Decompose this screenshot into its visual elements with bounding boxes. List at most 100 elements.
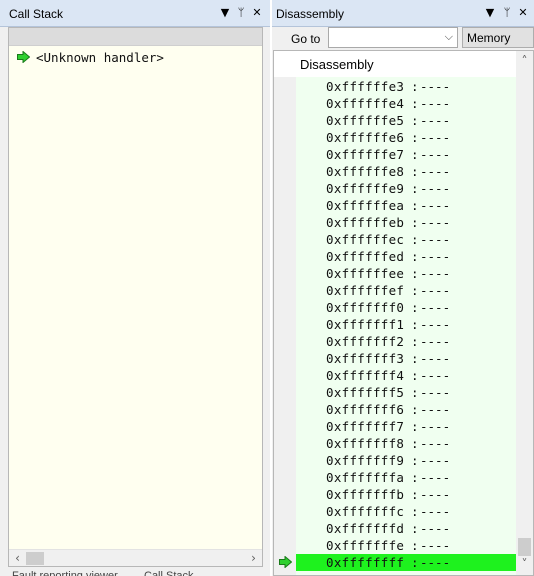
instruction-address: 0xfffffffd	[326, 521, 405, 536]
scroll-up-icon[interactable]: ˄	[516, 53, 533, 70]
close-icon[interactable]: ✕	[251, 6, 263, 20]
disassembly-line[interactable]: 0xfffffff1: ----	[274, 316, 516, 333]
scroll-down-icon[interactable]: ˅	[516, 556, 533, 573]
address-separator: :	[411, 555, 419, 570]
instruction-address: 0xfffffff7	[326, 419, 405, 434]
disassembly-line[interactable]: 0xffffffe9: ----	[274, 180, 516, 197]
instruction-address: 0xfffffff0	[326, 300, 405, 315]
instruction-address: 0xffffffeb	[326, 215, 405, 230]
address-separator: :	[411, 504, 419, 519]
instruction-address: 0xffffffe3	[326, 79, 405, 94]
tab-fault-reporting-viewer[interactable]: Fault reporting viewer	[12, 567, 118, 576]
instruction-text: ----	[420, 317, 451, 332]
disassembly-line[interactable]: 0xffffffef: ----	[274, 282, 516, 299]
instruction-text: ----	[420, 504, 451, 519]
instruction-text: ----	[420, 555, 451, 570]
instruction-text: ----	[420, 487, 451, 502]
instruction-text: ----	[420, 215, 451, 230]
disassembly-line[interactable]: 0xfffffff3: ----	[274, 350, 516, 367]
disassembly-line[interactable]: 0xfffffff5: ----	[274, 384, 516, 401]
address-separator: :	[411, 232, 419, 247]
address-separator: :	[411, 266, 419, 281]
goto-address-combobox[interactable]: ⌵	[328, 27, 458, 48]
instruction-text: ----	[420, 181, 451, 196]
address-separator: :	[411, 334, 419, 349]
disassembly-pane: Disassembly ▼ ᛘ ✕ Go to ⌵ Memory Disasse…	[272, 0, 534, 576]
disassembly-line[interactable]: 0xfffffff6: ----	[274, 401, 516, 418]
call-stack-pane: Call Stack ▼ ᛘ ✕ <Unknown handler> ‹ › F…	[0, 0, 270, 576]
current-instruction-arrow-icon	[279, 556, 292, 568]
disassembly-line[interactable]: 0xfffffffc: ----	[274, 503, 516, 520]
scroll-right-icon[interactable]: ›	[245, 550, 262, 567]
instruction-address: 0xfffffffc	[326, 504, 405, 519]
instruction-text: ----	[420, 385, 451, 400]
scrollbar-thumb[interactable]	[518, 538, 531, 556]
instruction-text: ----	[420, 470, 451, 485]
call-stack-row[interactable]: <Unknown handler>	[17, 49, 164, 65]
disassembly-line[interactable]: 0xfffffffd: ----	[274, 520, 516, 537]
disassembly-line[interactable]: 0xffffffea: ----	[274, 197, 516, 214]
instruction-address: 0xfffffff1	[326, 317, 405, 332]
disassembly-line[interactable]: 0xfffffff0: ----	[274, 299, 516, 316]
instruction-text: ----	[420, 436, 451, 451]
address-separator: :	[411, 419, 419, 434]
instruction-text: ----	[420, 96, 451, 111]
disassembly-line[interactable]: 0xffffffee: ----	[274, 265, 516, 282]
instruction-address: 0xffffffed	[326, 249, 405, 264]
instruction-address: 0xffffffe4	[326, 96, 405, 111]
disassembly-header-label: Disassembly	[300, 57, 374, 72]
disassembly-line[interactable]: 0xfffffff9: ----	[274, 452, 516, 469]
disassembly-line[interactable]: 0xffffffe6: ----	[274, 129, 516, 146]
instruction-text: ----	[420, 249, 451, 264]
disassembly-line[interactable]: 0xffffffeb: ----	[274, 214, 516, 231]
scroll-left-icon[interactable]: ‹	[9, 550, 26, 567]
pin-icon[interactable]: ᛘ	[501, 6, 513, 20]
instruction-address: 0xffffffe6	[326, 130, 405, 145]
address-separator: :	[411, 113, 419, 128]
chevron-down-icon[interactable]: ⌵	[445, 30, 453, 44]
disassembly-line[interactable]: 0xffffffed: ----	[274, 248, 516, 265]
disassembly-line[interactable]: 0xfffffff7: ----	[274, 418, 516, 435]
instruction-address: 0xfffffff8	[326, 436, 405, 451]
pin-icon[interactable]: ᛘ	[235, 6, 247, 20]
window-position-dropdown-icon[interactable]: ▼	[484, 6, 496, 20]
instruction-address: 0xffffffef	[326, 283, 405, 298]
tab-call-stack[interactable]: Call Stack	[144, 567, 194, 576]
disassembly-line[interactable]: 0xffffffec: ----	[274, 231, 516, 248]
address-separator: :	[411, 164, 419, 179]
instruction-address: 0xfffffffb	[326, 487, 405, 502]
disassembly-line[interactable]: 0xfffffffa: ----	[274, 469, 516, 486]
address-separator: :	[411, 283, 419, 298]
address-separator: :	[411, 198, 419, 213]
disassembly-line[interactable]: 0xffffffe7: ----	[274, 146, 516, 163]
disassembly-line-current[interactable]: 0xffffffff: ----	[274, 554, 516, 571]
instruction-text: ----	[420, 368, 451, 383]
disassembly-line[interactable]: 0xfffffff8: ----	[274, 435, 516, 452]
instruction-address: 0xffffffee	[326, 266, 405, 281]
memory-button[interactable]: Memory	[462, 27, 534, 48]
disassembly-line[interactable]: 0xfffffffe: ----	[274, 537, 516, 554]
address-separator: :	[411, 538, 419, 553]
goto-label: Go to	[291, 32, 321, 46]
instruction-text: ----	[420, 419, 451, 434]
disassembly-line[interactable]: 0xffffffe5: ----	[274, 112, 516, 129]
disassembly-line[interactable]: 0xfffffffb: ----	[274, 486, 516, 503]
instruction-address: 0xfffffff9	[326, 453, 405, 468]
call-stack-list[interactable]: <Unknown handler> ‹ ›	[8, 27, 263, 567]
instruction-address: 0xfffffff2	[326, 334, 405, 349]
disassembly-line[interactable]: 0xffffffe8: ----	[274, 163, 516, 180]
disassembly-line[interactable]: 0xffffffe4: ----	[274, 95, 516, 112]
current-frame-arrow-icon	[17, 51, 30, 63]
call-stack-title-bar[interactable]: Call Stack ▼ ᛘ ✕	[0, 0, 270, 27]
window-position-dropdown-icon[interactable]: ▼	[219, 6, 231, 20]
disassembly-line[interactable]: 0xfffffff4: ----	[274, 367, 516, 384]
close-icon[interactable]: ✕	[517, 6, 529, 20]
disassembly-title-bar[interactable]: Disassembly ▼ ᛘ ✕	[272, 0, 534, 27]
instruction-address: 0xffffffff	[326, 555, 405, 570]
disassembly-line[interactable]: 0xffffffe3: ----	[274, 78, 516, 95]
disassembly-line[interactable]: 0xfffffff2: ----	[274, 333, 516, 350]
horizontal-scrollbar[interactable]: ‹ ›	[9, 549, 262, 566]
scrollbar-thumb[interactable]	[26, 552, 44, 565]
vertical-scrollbar[interactable]: ˄ ˅	[516, 51, 533, 575]
disassembly-view[interactable]: Disassembly 0xffffffe3: ---- 0xffffffe4: --…	[273, 50, 534, 576]
